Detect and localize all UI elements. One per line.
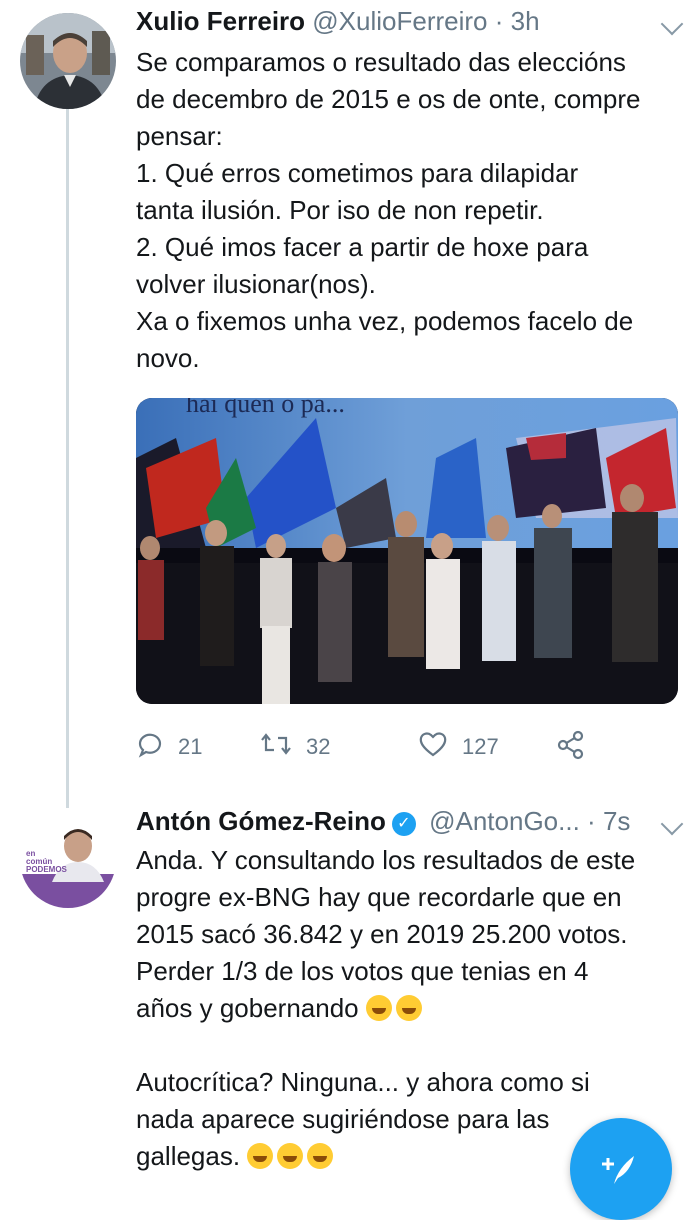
display-name[interactable]: Xulio Ferreiro (136, 6, 305, 36)
reply-action[interactable]: 21 (136, 730, 202, 764)
tweet-text-line: progre ex-BNG hay que recordarle que en (136, 882, 622, 912)
reply-count: 21 (178, 734, 203, 759)
tweet-text: Se comparamos o resultado das eleccións … (136, 47, 641, 373)
like-action[interactable]: 127 (418, 730, 499, 764)
avatar-xulio[interactable] (20, 13, 116, 109)
tweet-text-line: Anda. Y consultando los resultados de es… (136, 845, 636, 875)
tweet-text-line: Perder 1/3 de los votos que tenias en 4 (136, 956, 589, 986)
share-action[interactable] (556, 730, 586, 766)
separator-dot: · (587, 806, 596, 836)
tweet-header: Xulio Ferreiro @XulioFerreiro · 3h (136, 6, 540, 37)
user-handle[interactable]: @XulioFerreiro (312, 6, 487, 36)
compose-tweet-button[interactable] (570, 1118, 672, 1220)
tweet-header: Antón Gómez-Reino ✓ @AntonGo... · 7s (136, 806, 630, 837)
display-name[interactable]: Antón Gómez-Reino (136, 806, 386, 836)
chevron-down-icon[interactable] (660, 812, 684, 836)
tweet-actions: 21 32 127 (136, 730, 606, 770)
like-count: 127 (462, 734, 499, 759)
separator-dot: · (494, 6, 504, 36)
party-face-emoji-icon (365, 995, 392, 1021)
tweet-media-image[interactable]: hai quen o pa... (136, 398, 678, 704)
rofl-emoji-icon (307, 1143, 334, 1169)
media-banner-text: hai quen o pa... (186, 398, 345, 418)
rofl-emoji-icon (277, 1143, 304, 1169)
reply-icon[interactable] (136, 730, 164, 764)
avatar-badge-line3: PODEMOS (26, 865, 67, 874)
retweet-count: 32 (306, 734, 331, 759)
chevron-down-icon[interactable] (660, 12, 684, 36)
party-face-emoji-icon (395, 995, 422, 1021)
tweet-xulio[interactable]: Xulio Ferreiro @XulioFerreiro · 3h Se co… (0, 0, 700, 800)
timestamp[interactable]: 7s (603, 806, 630, 836)
verified-badge-icon: ✓ (391, 812, 416, 836)
avatar-anton[interactable]: en común PODEMOS (20, 812, 116, 908)
compose-tweet-icon (600, 1148, 642, 1195)
retweet-action[interactable]: 32 (260, 730, 330, 764)
retweet-icon[interactable] (260, 730, 292, 764)
tweet-text-line: gallegas. (136, 1141, 241, 1171)
tweet-text-line: años y gobernando (136, 993, 359, 1023)
user-handle[interactable]: @AntonGo... (429, 806, 580, 836)
tweet-text-line: Autocrítica? Ninguna... y ahora como si (136, 1067, 590, 1097)
avatar-badge: en común PODEMOS (26, 850, 67, 874)
tweet-text-line: 2015 sacó 36.842 y en 2019 25.200 votos. (136, 919, 628, 949)
share-icon[interactable] (556, 730, 586, 766)
rofl-emoji-icon (247, 1143, 274, 1169)
heart-icon[interactable] (418, 730, 448, 764)
tweet-text-line-with-emoji: años y gobernando (136, 990, 676, 1027)
timestamp[interactable]: 3h (511, 6, 540, 36)
